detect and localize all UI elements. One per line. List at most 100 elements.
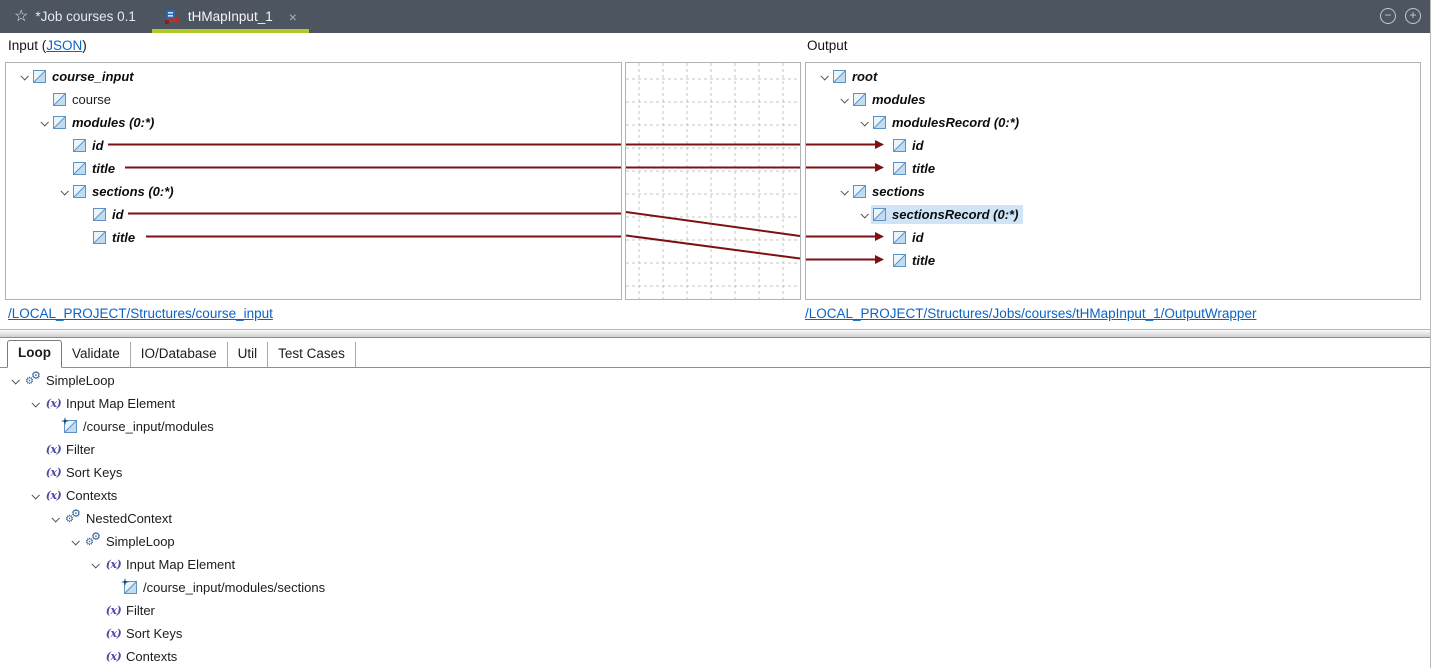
input-structure-link[interactable]: /LOCAL_PROJECT/Structures/course_input xyxy=(8,306,273,321)
output-structure-link[interactable]: /LOCAL_PROJECT/Structures/Jobs/courses/t… xyxy=(805,306,1256,321)
prop-tree-row[interactable]: /course_input/modules xyxy=(0,415,1000,438)
input-tree-row[interactable]: modules (0:*) xyxy=(6,111,621,134)
tab-test-cases[interactable]: Test Cases xyxy=(268,341,356,367)
close-icon[interactable]: × xyxy=(289,9,297,25)
node-label: Filter xyxy=(126,603,155,618)
output-tree-row[interactable]: title xyxy=(806,157,1420,180)
node: /course_input/modules xyxy=(61,417,219,436)
node: id xyxy=(71,136,109,155)
node: modules (0:*) xyxy=(51,113,159,132)
element-icon xyxy=(893,139,906,152)
prop-tree-row[interactable]: (x) Input Map Element xyxy=(0,553,1000,576)
input-tree-panel: course_inputcourse modules (0:*) id title se… xyxy=(5,62,622,300)
function-icon: (x) xyxy=(45,466,62,479)
new-element-icon xyxy=(121,578,137,594)
tab-thmapinput[interactable]: tHMapInput_1 × xyxy=(150,0,311,33)
node-label: sections xyxy=(872,184,925,199)
input-tree-row[interactable]: course_input xyxy=(6,65,621,88)
node-label: Contexts xyxy=(66,488,118,503)
prop-tree-row[interactable]: ⚙ ⚙ SimpleLoop xyxy=(0,530,1000,553)
prop-tree-row[interactable]: ⚙ ⚙ SimpleLoop xyxy=(0,369,1000,392)
output-tree-row[interactable]: id xyxy=(806,134,1420,157)
input-tree-row[interactable]: title xyxy=(6,157,621,180)
output-tree-row[interactable]: modulesRecord (0:*) xyxy=(806,111,1420,134)
input-tree-row[interactable]: id xyxy=(6,134,621,157)
prop-tree-row[interactable]: ⚙ ⚙ NestedContext xyxy=(0,507,1000,530)
node-label: Input Map Element xyxy=(66,396,176,411)
node-label: /course_input/modules/sections xyxy=(143,580,326,595)
node-label: NestedContext xyxy=(86,511,172,526)
node-label: id xyxy=(912,138,924,153)
input-header-prefix: Input ( xyxy=(8,38,47,53)
node-label: course xyxy=(72,92,112,107)
output-structure-link-row: /LOCAL_PROJECT/Structures/Jobs/courses/t… xyxy=(805,306,1256,321)
input-tree-row[interactable]: course xyxy=(6,88,621,111)
prop-tree-row[interactable]: /course_input/modules/sections xyxy=(0,576,1000,599)
node-label: course_input xyxy=(52,69,134,84)
prop-tree-row[interactable]: (x) Sort Keys xyxy=(0,461,1000,484)
node: course xyxy=(51,90,116,109)
output-tree-row[interactable]: title xyxy=(806,249,1420,272)
element-icon xyxy=(73,162,86,175)
output-tree-row[interactable]: sectionsRecord (0:*) xyxy=(806,203,1420,226)
node: /course_input/modules/sections xyxy=(121,578,330,597)
output-tree-row[interactable]: modules xyxy=(806,88,1420,111)
node: (x) Filter xyxy=(102,600,160,622)
prop-tree-row[interactable]: (x) Filter xyxy=(0,438,1000,461)
node-label: title xyxy=(912,253,936,268)
prop-tree-row[interactable]: (x) Filter xyxy=(0,599,1000,622)
node: modules xyxy=(851,90,930,109)
editor-controls: − + xyxy=(1380,8,1421,24)
job-star-icon: ☆ xyxy=(14,7,29,25)
node-label: sectionsRecord (0:*) xyxy=(892,207,1019,222)
element-icon xyxy=(893,162,906,175)
input-tree-row[interactable]: id xyxy=(6,203,621,226)
input-header-suffix: ) xyxy=(82,38,87,53)
input-tree-row[interactable]: title xyxy=(6,226,621,249)
element-icon xyxy=(873,116,886,129)
element-icon xyxy=(33,70,46,83)
node-label: title xyxy=(92,161,116,176)
output-tree: root modules modulesRecord (0:*) id title sec… xyxy=(806,63,1420,272)
mapper-editor-window: ☆ *Job courses 0.1 tHMapInput_1 × − + In… xyxy=(0,0,1431,668)
prop-tree-row[interactable]: (x) Sort Keys xyxy=(0,622,1000,645)
output-tree-row[interactable]: sections xyxy=(806,180,1420,203)
element-icon xyxy=(833,70,846,83)
node: id xyxy=(91,205,129,224)
node-label: id xyxy=(912,230,924,245)
node-label: Sort Keys xyxy=(66,465,123,480)
element-icon xyxy=(893,254,906,267)
splitter-sash[interactable] xyxy=(0,329,1430,338)
output-tree-row[interactable]: root xyxy=(806,65,1420,88)
maximize-icon[interactable]: + xyxy=(1405,8,1421,24)
node: (x) Input Map Element xyxy=(102,554,240,576)
node: (x) Sort Keys xyxy=(42,462,127,484)
loop-gears-icon: ⚙ ⚙ xyxy=(85,530,101,548)
element-icon xyxy=(73,139,86,152)
output-header: Output xyxy=(807,38,848,53)
input-json-link[interactable]: JSON xyxy=(46,38,82,53)
node-label: sections (0:*) xyxy=(92,184,174,199)
node-label: Contexts xyxy=(126,649,178,664)
tab-validate[interactable]: Validate xyxy=(62,341,131,367)
node-label: root xyxy=(852,69,878,84)
prop-tree-row[interactable]: (x) Contexts xyxy=(0,484,1000,507)
minimize-icon[interactable]: − xyxy=(1380,8,1396,24)
prop-tree-row[interactable]: (x) Contexts xyxy=(0,645,1000,668)
prop-tree-row[interactable]: (x) Input Map Element xyxy=(0,392,1000,415)
tab-io-database[interactable]: IO/Database xyxy=(131,341,228,367)
function-icon: (x) xyxy=(45,489,62,502)
node: (x) Sort Keys xyxy=(102,623,187,645)
node: id xyxy=(891,228,929,247)
tab-util[interactable]: Util xyxy=(228,341,269,367)
output-tree-row[interactable]: id xyxy=(806,226,1420,249)
tab-job-courses[interactable]: ☆ *Job courses 0.1 xyxy=(0,0,150,33)
node-label: Sort Keys xyxy=(126,626,183,641)
element-icon xyxy=(93,231,106,244)
input-tree-row[interactable]: sections (0:*) xyxy=(6,180,621,203)
node: ⚙ ⚙ SimpleLoop xyxy=(22,370,120,392)
tab-loop[interactable]: Loop xyxy=(7,339,62,368)
node-label: SimpleLoop xyxy=(106,534,175,549)
editor-tab-bar: ☆ *Job courses 0.1 tHMapInput_1 × − + xyxy=(0,0,1430,33)
function-icon: (x) xyxy=(45,397,62,410)
